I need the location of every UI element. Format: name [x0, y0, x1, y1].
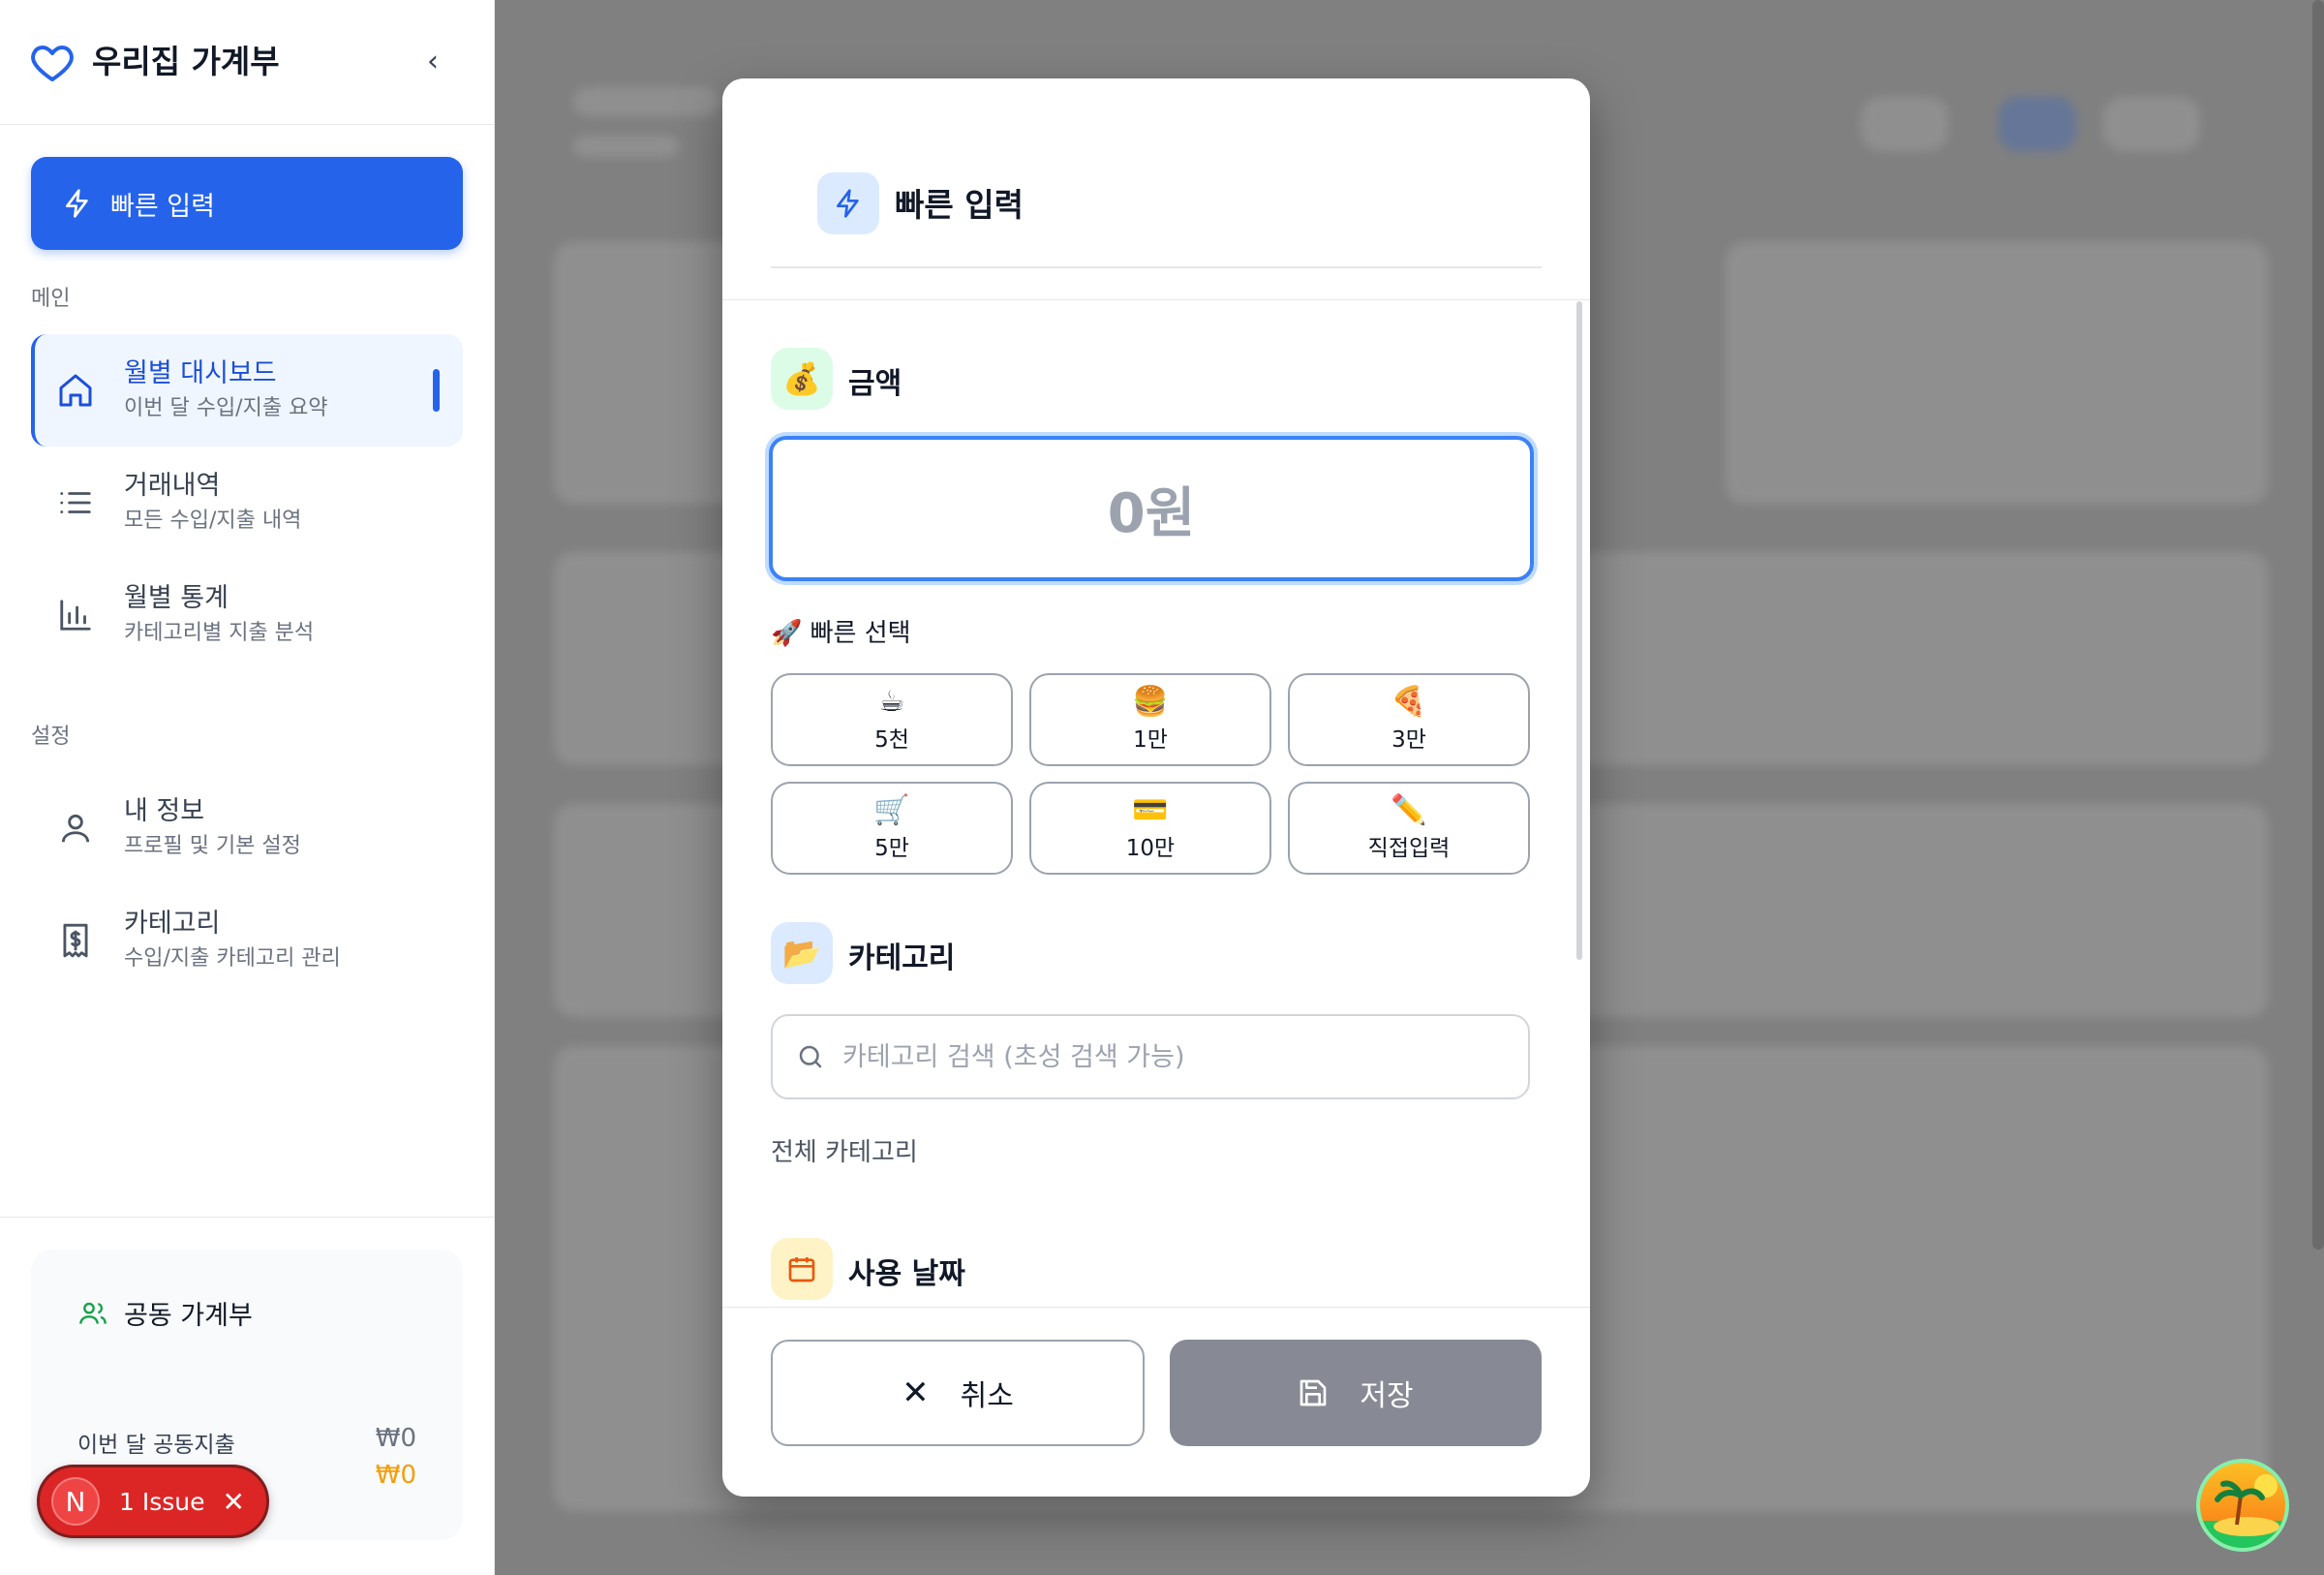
receipt-icon	[54, 919, 97, 962]
divider	[0, 1217, 495, 1218]
all-categories-label: 전체 카테고리	[771, 1138, 918, 1167]
quick-amount-label: 직접입력	[1367, 836, 1451, 861]
heart-icon	[31, 46, 74, 81]
modal-scrollbar[interactable]	[1576, 301, 1582, 960]
user-icon	[54, 807, 97, 849]
category-search-input[interactable]	[842, 1041, 1501, 1072]
money-bag-icon: 💰	[771, 348, 833, 410]
folder-icon: 📂	[771, 922, 833, 984]
section-main-label: 메인	[31, 287, 71, 311]
sidebar-item-statistics[interactable]: 월별 통계 카테고리별 지출 분석	[31, 559, 463, 671]
lightning-icon	[817, 172, 879, 234]
divider	[722, 1307, 1590, 1308]
bg-next-month	[2103, 97, 2200, 151]
coffee-icon: ☕	[878, 685, 905, 719]
bg-card-balance	[1726, 242, 2268, 504]
credit-card-icon: 💳	[1132, 793, 1169, 827]
list-icon	[54, 481, 97, 524]
quick-entry-modal: 빠른 입력 💰 금액 0원 🚀 빠른 선택 ☕ 5천 🍔 1만 🍕 3만 🛒 5…	[722, 78, 1590, 1497]
save-icon	[1300, 1379, 1327, 1406]
sidebar-item-label: 월별 통계	[124, 583, 229, 613]
sidebar-item-desc: 수입/지출 카테고리 관리	[124, 946, 341, 971]
home-icon	[54, 369, 97, 412]
shared-value-secondary: ₩0	[375, 1461, 416, 1490]
sidebar: 우리집 가계부 ‹ 빠른 입력 메인 월별 대시보드 이번 달 수입/지출 요약…	[0, 0, 495, 1575]
sidebar-item-dashboard[interactable]: 월별 대시보드 이번 달 수입/지출 요약	[31, 334, 463, 447]
calendar-section-icon	[771, 1238, 833, 1300]
sidebar-item-desc: 모든 수입/지출 내역	[124, 509, 302, 533]
quick-amount-label: 5천	[874, 727, 909, 753]
shared-ledger-title: 공동 가계부	[124, 1301, 253, 1331]
quick-entry-button[interactable]: 빠른 입력	[31, 157, 463, 250]
lightning-icon	[66, 189, 88, 218]
quick-entry-label: 빠른 입력	[110, 191, 215, 222]
bg-title	[573, 87, 719, 116]
category-section-title: 카테고리	[848, 942, 956, 975]
bg-current-month	[1999, 97, 2076, 151]
pencil-icon: ✏️	[1391, 793, 1427, 827]
bg-prev-month	[1861, 97, 1948, 151]
quick-amount-custom-button[interactable]: ✏️ 직접입력	[1288, 782, 1530, 875]
cancel-button[interactable]: ✕ 취소	[771, 1340, 1145, 1446]
divider	[771, 266, 1542, 268]
active-indicator	[433, 369, 440, 412]
quick-amount-label: 5만	[874, 836, 909, 861]
avatar[interactable]	[2196, 1459, 2289, 1552]
cancel-label: 취소	[960, 1379, 1014, 1413]
shared-month-label: 이번 달 공동지출	[77, 1433, 235, 1458]
issue-badge[interactable]: N 1 Issue ✕	[37, 1465, 269, 1538]
sidebar-item-label: 월별 대시보드	[124, 358, 277, 388]
category-search-box[interactable]	[771, 1014, 1530, 1099]
quick-amount-10k-button[interactable]: 🍔 1만	[1029, 673, 1271, 766]
sidebar-item-label: 카테고리	[124, 909, 221, 939]
close-icon[interactable]: ✕	[223, 1486, 245, 1518]
app-title: 우리집 가계부	[92, 43, 280, 80]
quick-amount-label: 1만	[1133, 727, 1168, 753]
sidebar-item-desc: 이번 달 수입/지출 요약	[124, 396, 328, 420]
cart-icon: 🛒	[873, 793, 910, 827]
save-button[interactable]: 저장	[1170, 1340, 1542, 1446]
quick-amount-50k-button[interactable]: 🛒 5만	[771, 782, 1013, 875]
save-label: 저장	[1360, 1379, 1414, 1413]
sidebar-item-transactions[interactable]: 거래내역 모든 수입/지출 내역	[31, 447, 463, 559]
pizza-icon: 🍕	[1391, 685, 1427, 719]
users-icon	[79, 1302, 107, 1324]
quick-amount-5k-button[interactable]: ☕ 5천	[771, 673, 1013, 766]
quick-amount-label: 10만	[1125, 836, 1176, 861]
sidebar-item-label: 내 정보	[124, 796, 205, 826]
sidebar-item-profile[interactable]: 내 정보 프로필 및 기본 설정	[31, 772, 463, 884]
sidebar-item-desc: 카테고리별 지출 분석	[124, 621, 315, 645]
divider	[722, 299, 1590, 300]
section-settings-label: 설정	[31, 725, 71, 749]
close-icon: ✕	[902, 1374, 930, 1412]
quick-amount-label: 3만	[1391, 727, 1426, 753]
issue-label: 1 Issue	[119, 1487, 205, 1516]
quick-amount-30k-button[interactable]: 🍕 3만	[1288, 673, 1530, 766]
date-section-title: 사용 날짜	[848, 1257, 965, 1291]
modal-title: 빠른 입력	[895, 186, 1024, 224]
bg-subtitle	[573, 136, 680, 157]
collapse-sidebar-button[interactable]: ‹	[418, 45, 447, 79]
calendar-icon	[788, 1257, 815, 1282]
amount-section-title: 금액	[848, 367, 902, 401]
quick-amount-100k-button[interactable]: 💳 10만	[1029, 782, 1271, 875]
sidebar-item-label: 거래내역	[124, 471, 221, 501]
page-scrollbar[interactable]	[2312, 0, 2324, 1250]
bar-chart-icon	[54, 594, 97, 636]
amount-input[interactable]: 0원	[769, 436, 1534, 581]
sidebar-item-desc: 프로필 및 기본 설정	[124, 834, 301, 858]
burger-icon: 🍔	[1132, 685, 1169, 719]
sidebar-item-categories[interactable]: 카테고리 수입/지출 카테고리 관리	[31, 884, 463, 997]
search-icon	[799, 1045, 822, 1068]
quick-select-label: 🚀 빠른 선택	[771, 619, 911, 648]
sidebar-header: 우리집 가계부 ‹	[0, 0, 494, 125]
issue-logo: N	[51, 1477, 100, 1526]
shared-value: ₩0	[375, 1424, 416, 1453]
